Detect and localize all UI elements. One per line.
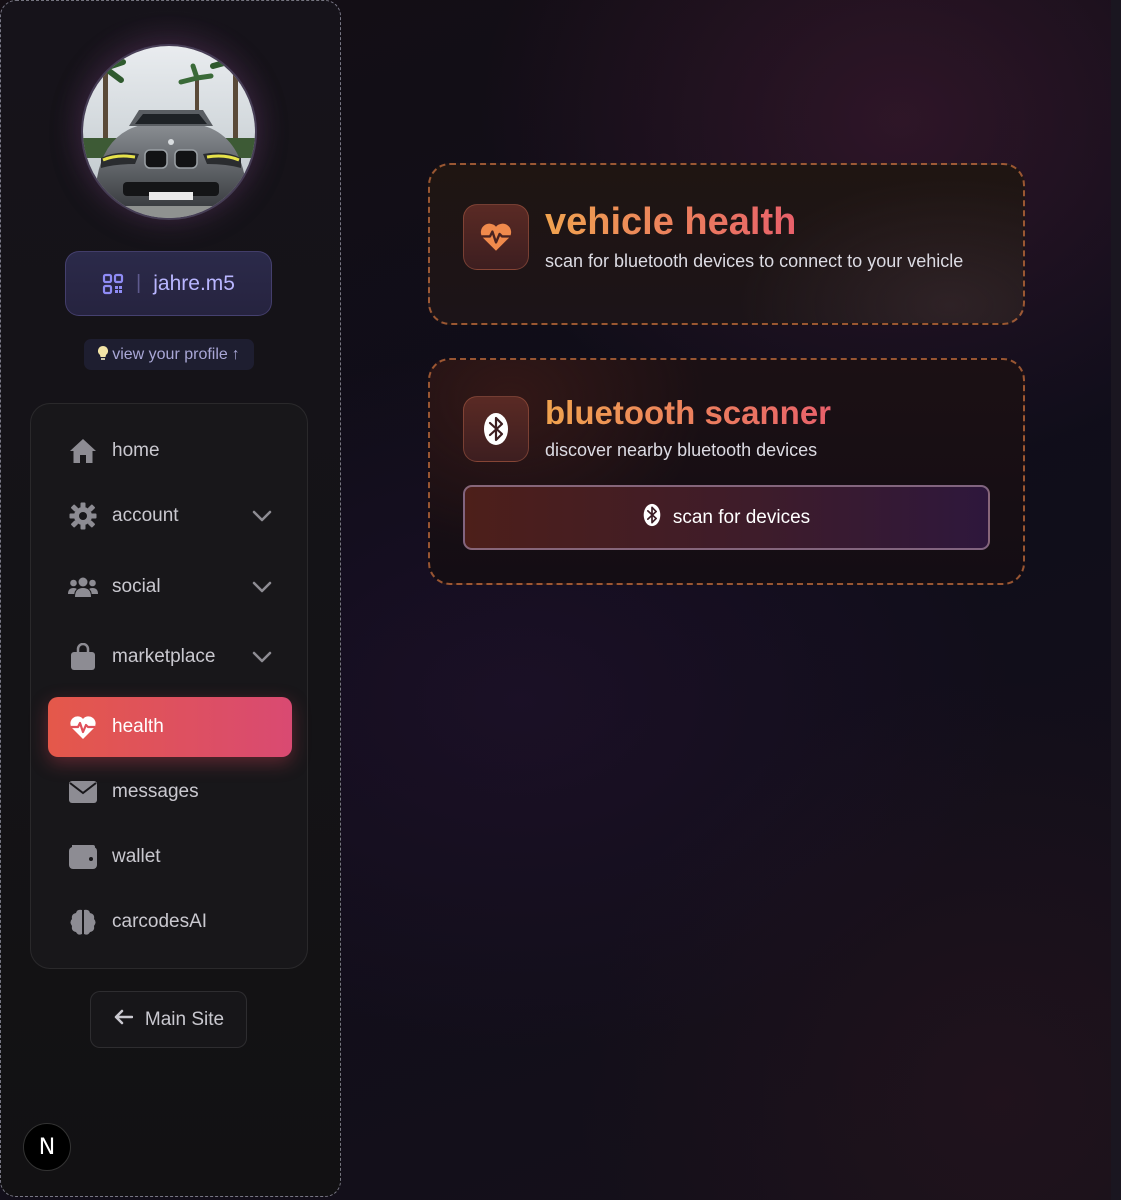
arrow-up-icon: ↑ <box>231 345 240 363</box>
vehicle-health-title: vehicle health <box>545 201 797 243</box>
wallet-icon <box>68 845 98 869</box>
scan-button-label: scan for devices <box>672 506 811 528</box>
sidebar-item-label: marketplace <box>112 646 216 667</box>
bluetooth-icon <box>643 503 661 533</box>
heart-pulse-icon <box>68 715 98 740</box>
main-site-button[interactable]: Main Site <box>90 991 247 1048</box>
sidebar-item-label: carcodesAI <box>112 911 208 932</box>
bluetooth-scanner-card: bluetooth scanner discover nearby blueto… <box>428 358 1025 585</box>
sidebar-item-label: account <box>112 505 179 526</box>
chevron-down-icon[interactable] <box>252 506 272 528</box>
sidebar-item-account[interactable]: account <box>48 487 292 545</box>
sidebar-item-messages[interactable]: messages <box>48 763 292 821</box>
bluetooth-scanner-subtitle: discover nearby bluetooth devices <box>545 440 818 460</box>
view-profile-label: view your profile <box>112 345 228 363</box>
sidebar-item-label: home <box>112 440 160 461</box>
heart-pulse-icon <box>463 204 529 270</box>
sidebar-item-label: messages <box>112 781 199 802</box>
shopping-bag-icon <box>68 643 98 671</box>
sidebar-item-social[interactable]: social <box>48 558 292 616</box>
sidebar-nav: home account social marketplace health m… <box>30 403 308 969</box>
sidebar-item-health[interactable]: health <box>48 697 292 757</box>
scan-for-devices-button[interactable]: scan for devices <box>463 485 990 550</box>
vehicle-health-card: vehicle health scan for bluetooth device… <box>428 163 1025 325</box>
avatar[interactable] <box>81 44 257 220</box>
sidebar-item-label: wallet <box>112 846 161 867</box>
view-profile-link[interactable]: view your profile ↑ <box>84 339 254 370</box>
arrow-left-icon <box>113 1009 134 1031</box>
bluetooth-icon <box>463 396 529 462</box>
vehicle-health-subtitle: scan for bluetooth devices to connect to… <box>545 251 964 271</box>
sidebar-item-label: health <box>112 716 164 737</box>
bluetooth-scanner-title: bluetooth scanner <box>545 394 832 431</box>
nextjs-letter: N <box>38 1134 56 1160</box>
nextjs-badge[interactable]: N <box>23 1123 71 1171</box>
qr-code-icon <box>102 273 124 294</box>
sidebar-item-home[interactable]: home <box>48 422 292 480</box>
gear-icon <box>68 502 98 530</box>
brain-icon <box>68 908 98 936</box>
avatar-image <box>83 46 255 218</box>
main-site-label: Main Site <box>144 1008 225 1030</box>
sidebar-item-wallet[interactable]: wallet <box>48 828 292 886</box>
chevron-down-icon[interactable] <box>252 647 272 669</box>
sidebar: | jahre.m5 view your profile ↑ home acco… <box>0 0 341 1197</box>
username-card[interactable]: | jahre.m5 <box>65 251 272 316</box>
username: jahre.m5 <box>153 271 235 295</box>
envelope-icon <box>68 781 98 803</box>
username-separator: | <box>136 272 142 294</box>
users-icon <box>68 576 98 598</box>
window-edge <box>1111 0 1121 1200</box>
page: | jahre.m5 view your profile ↑ home acco… <box>0 0 1121 1200</box>
chevron-down-icon[interactable] <box>252 577 272 599</box>
home-icon <box>68 438 98 464</box>
sidebar-item-marketplace[interactable]: marketplace <box>48 628 292 686</box>
sidebar-item-label: social <box>112 576 161 597</box>
sidebar-item-carcodesai[interactable]: carcodesAI <box>48 893 292 951</box>
lightbulb-icon <box>98 345 109 364</box>
